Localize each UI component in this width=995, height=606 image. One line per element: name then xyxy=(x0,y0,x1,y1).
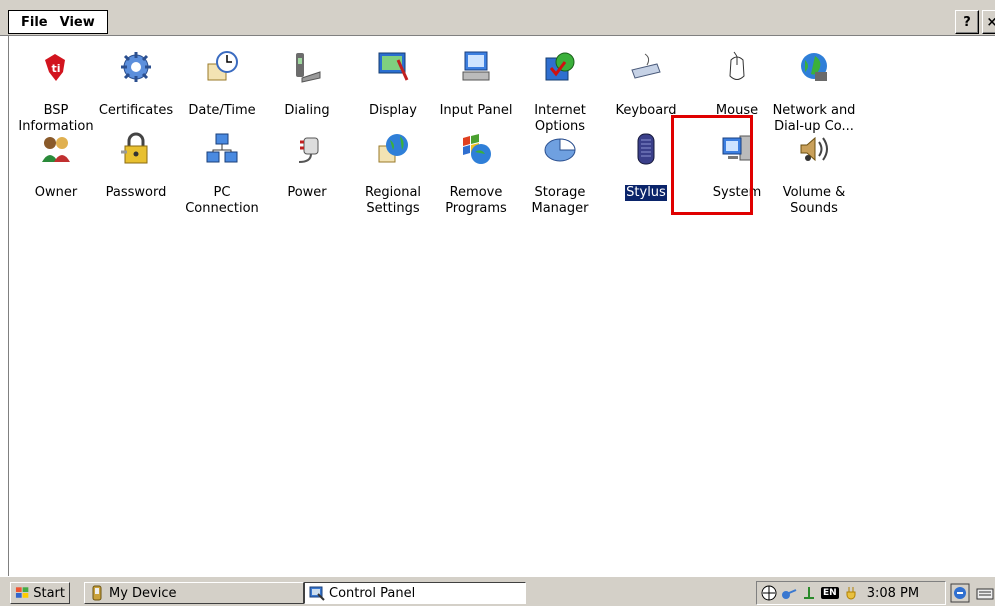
control-panel-item-label: BSP Information xyxy=(18,103,94,134)
control-panel-item[interactable]: Internet Options xyxy=(517,50,603,135)
password-lock-icon xyxy=(119,132,153,166)
control-panel-item[interactable]: Storage Manager xyxy=(517,132,603,217)
control-panel-item[interactable]: Dialing xyxy=(264,50,350,119)
control-panel-pane: ti BSP Information Certificates Date/Time Di… xyxy=(8,36,995,576)
control-panel-item-label: Display xyxy=(369,103,417,118)
control-panel-item[interactable]: Input Panel xyxy=(433,50,519,119)
control-panel-item-label: Remove Programs xyxy=(445,185,507,216)
control-panel-item-label: Stylus xyxy=(624,184,668,202)
control-panel-item-label: Owner xyxy=(34,185,78,200)
system-tray: EN 3:08 PM xyxy=(756,581,946,605)
certificate-gear-icon xyxy=(119,50,153,84)
control-panel-item[interactable]: Keyboard xyxy=(603,50,689,119)
help-button[interactable]: ? xyxy=(955,10,979,34)
menu-bar: File View xyxy=(8,10,108,34)
storage-disk-icon xyxy=(543,132,577,166)
control-panel-item[interactable]: Certificates xyxy=(93,50,179,119)
regional-globe-icon xyxy=(376,132,410,166)
input-panel-tray-icon[interactable] xyxy=(975,583,995,603)
power-tray-icon[interactable] xyxy=(843,585,859,601)
my-device-label: My Device xyxy=(109,585,177,601)
control-panel-item[interactable]: Remove Programs xyxy=(433,132,519,217)
start-button[interactable]: Start xyxy=(10,582,70,604)
control-panel-item[interactable]: PC Connection xyxy=(179,132,265,217)
control-panel-icon xyxy=(309,586,325,601)
taskbar: Start My Device Control Panel EN 3:08 PM xyxy=(0,576,995,606)
menu-view[interactable]: View xyxy=(60,15,95,30)
control-panel-item[interactable]: Mouse xyxy=(694,50,780,119)
keyboard-icon xyxy=(629,50,663,84)
input-panel-icon xyxy=(459,50,493,84)
control-panel-item-label: Storage Manager xyxy=(531,185,589,216)
taskbar-my-device[interactable]: My Device xyxy=(84,582,304,604)
taskbar-control-panel[interactable]: Control Panel xyxy=(304,582,526,604)
control-panel-item-label: Regional Settings xyxy=(364,185,422,216)
mouse-icon xyxy=(720,50,754,84)
control-panel-item-label: Input Panel xyxy=(439,103,513,118)
control-panel-item-label: Power xyxy=(287,185,327,200)
control-panel-item-label: Keyboard xyxy=(615,103,677,118)
usb-tray-icon[interactable] xyxy=(801,585,817,601)
control-panel-label: Control Panel xyxy=(329,585,416,601)
ti-logo-icon: ti xyxy=(39,50,73,84)
control-panel-item[interactable]: Network and Dial-up Co... xyxy=(771,50,857,135)
control-panel-item[interactable]: Owner xyxy=(13,132,99,201)
control-panel-item[interactable]: ti BSP Information xyxy=(13,50,99,135)
network-globe-icon xyxy=(797,50,831,84)
power-plug-icon xyxy=(290,132,324,166)
owner-people-icon xyxy=(39,132,73,166)
control-panel-item[interactable]: Regional Settings xyxy=(350,132,436,217)
start-label: Start xyxy=(33,585,65,601)
stylus-icon xyxy=(629,132,663,166)
connection-tray-icon[interactable] xyxy=(781,585,797,601)
control-panel-item-label: Network and Dial-up Co... xyxy=(772,103,856,134)
device-icon xyxy=(92,585,102,601)
control-panel-item[interactable]: Date/Time xyxy=(179,50,265,119)
control-panel-item-label: Password xyxy=(105,185,167,200)
remove-programs-icon xyxy=(459,132,493,166)
svg-text:ti: ti xyxy=(51,62,60,75)
show-desktop-icon[interactable] xyxy=(950,583,970,603)
control-panel-item[interactable]: Password xyxy=(93,132,179,201)
close-button[interactable]: × xyxy=(982,10,995,34)
control-panel-item-label: Volume & Sounds xyxy=(782,185,846,216)
internet-options-icon xyxy=(543,50,577,84)
control-panel-item-label: PC Connection xyxy=(185,185,259,216)
phone-dialing-icon xyxy=(290,50,324,84)
selection-highlight-box xyxy=(671,115,753,215)
clock[interactable]: 3:08 PM xyxy=(867,586,919,601)
volume-speaker-icon xyxy=(797,132,831,166)
control-panel-item-label: Date/Time xyxy=(188,103,256,118)
control-panel-item[interactable]: Volume & Sounds xyxy=(771,132,857,217)
display-icon xyxy=(376,50,410,84)
menu-file[interactable]: File xyxy=(21,15,48,30)
control-panel-item-label: Dialing xyxy=(284,103,330,118)
control-panel-item-label: Certificates xyxy=(98,103,174,118)
command-bar: File View ? × xyxy=(0,0,995,36)
control-panel-item[interactable]: Power xyxy=(264,132,350,201)
pc-connection-icon xyxy=(205,132,239,166)
network-tray-icon[interactable] xyxy=(761,585,777,601)
windows-flag-icon xyxy=(15,587,29,598)
control-panel-item-label: Internet Options xyxy=(534,103,586,134)
language-indicator[interactable]: EN xyxy=(821,587,839,599)
date-time-icon xyxy=(205,50,239,84)
control-panel-item[interactable]: Display xyxy=(350,50,436,119)
